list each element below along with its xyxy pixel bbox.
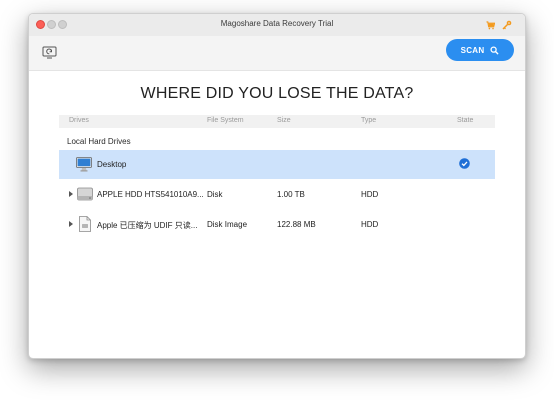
- drive-row-apple-disk-image[interactable]: Apple 已压缩为 UDIF 只读... Disk Image 122.88 …: [59, 210, 495, 239]
- drive-row-apple-hdd[interactable]: APPLE HDD HTS541010A9... Disk 1.00 TB HD…: [59, 180, 495, 209]
- key-icon[interactable]: [502, 20, 512, 30]
- scan-button-label: SCAN: [460, 45, 485, 55]
- column-header-size[interactable]: Size: [277, 117, 291, 124]
- drive-size: 1.00 TB: [277, 190, 305, 199]
- page-heading: WHERE DID YOU LOSE THE DATA?: [140, 85, 414, 102]
- app-window: Magoshare Data Recovery Trial SCAN WHERE…: [28, 13, 526, 359]
- toolbar: SCAN: [29, 36, 525, 71]
- cart-icon[interactable]: [486, 21, 495, 30]
- drive-size: 122.88 MB: [277, 220, 316, 229]
- column-header-state[interactable]: State: [457, 117, 473, 124]
- desktop-monitor-icon: [76, 157, 92, 172]
- expand-arrow-icon[interactable]: [69, 221, 73, 227]
- scan-button[interactable]: SCAN: [446, 39, 514, 61]
- checkmark-icon[interactable]: [459, 158, 470, 169]
- column-header-drives[interactable]: Drives: [69, 117, 89, 124]
- drive-row-desktop[interactable]: Desktop: [59, 150, 495, 179]
- drive-type: HDD: [361, 220, 379, 229]
- drive-file-system: Disk Image: [207, 220, 248, 229]
- expand-arrow-icon[interactable]: [69, 191, 73, 197]
- drive-file-system: Disk: [207, 190, 223, 199]
- column-header-type[interactable]: Type: [361, 117, 376, 124]
- window-title: Magoshare Data Recovery Trial: [220, 19, 334, 28]
- drive-name: APPLE HDD HTS541010A9...: [97, 190, 204, 199]
- drive-name: Desktop: [97, 160, 127, 169]
- drive-group-label: Local Hard Drives: [67, 137, 131, 146]
- drive-type: HDD: [361, 190, 379, 199]
- search-icon: [490, 45, 500, 55]
- column-header-file-system[interactable]: File System: [207, 117, 244, 124]
- title-bar: Magoshare Data Recovery Trial: [29, 14, 525, 36]
- restore-icon[interactable]: [42, 46, 57, 59]
- disk-image-icon: [79, 216, 91, 232]
- hard-drive-icon: [77, 187, 93, 201]
- drive-table-header: Drives File System Size Type State: [59, 115, 495, 128]
- drive-name: Apple 已压缩为 UDIF 只读...: [97, 221, 198, 230]
